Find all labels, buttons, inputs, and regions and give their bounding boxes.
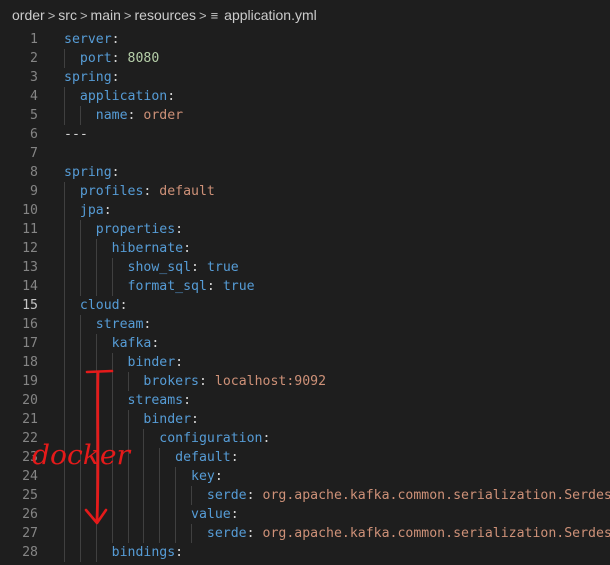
annotation-docker-text: docker: [32, 440, 132, 471]
handwritten-annotation: docker: [32, 369, 132, 525]
annotation-arrow-top-bar: [85, 369, 114, 374]
